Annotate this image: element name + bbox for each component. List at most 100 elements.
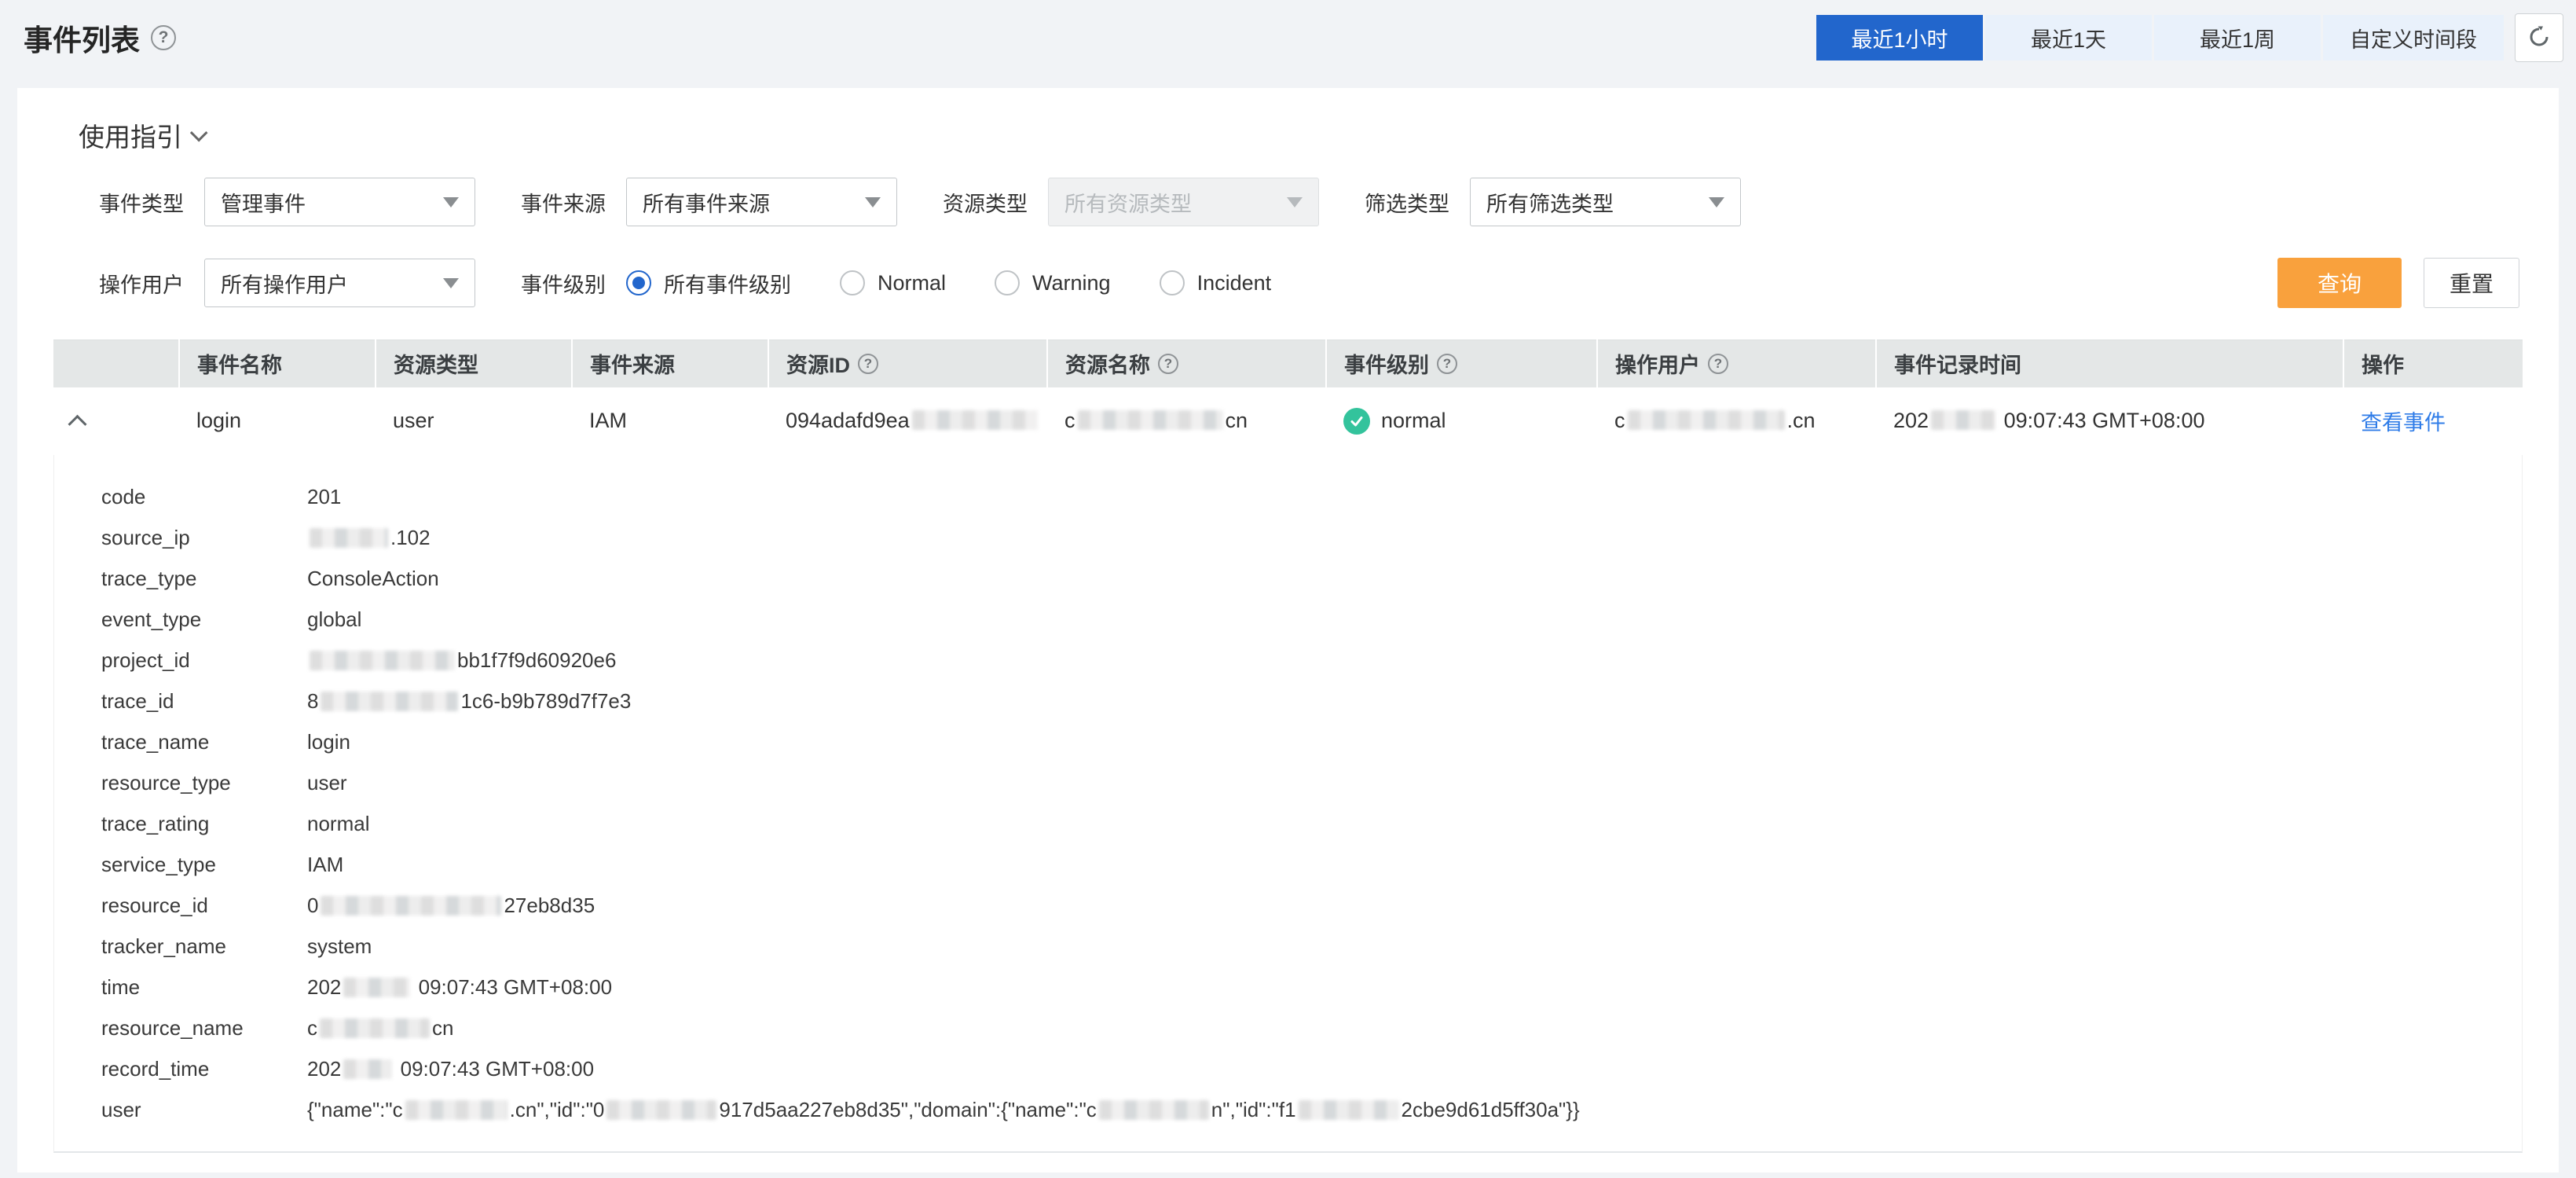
detail-key: event_type [101, 607, 307, 632]
time-range-option-1[interactable]: 最近1小时 [1816, 15, 1983, 61]
redacted-blur [310, 651, 455, 670]
redacted-blur [606, 1100, 716, 1120]
event-type-label: 事件类型 [99, 187, 184, 218]
page-title: 事件列表 [24, 17, 140, 59]
cell-action: 查看事件 [2343, 387, 2523, 455]
chevron-down-icon [190, 124, 208, 142]
detail-value: ccn [307, 1016, 453, 1040]
detail-key: record_time [101, 1057, 307, 1081]
filter-row-1: 事件类型 管理事件 事件来源 所有事件来源 资源类型 所有资源类型 筛选类型 所… [17, 178, 2559, 226]
help-icon[interactable]: ? [1437, 354, 1457, 374]
redacted-blur [343, 1059, 392, 1079]
filter-resource-type: 资源类型 所有资源类型 [943, 178, 1319, 226]
column-header-事件名称: 事件名称 [179, 340, 376, 387]
detail-value: 027eb8d35 [307, 894, 595, 918]
event-level-radio-1[interactable]: 所有事件级别 [626, 268, 791, 299]
redacted-blur [405, 1100, 508, 1120]
detail-row-trace_type: trace_typeConsoleAction [54, 559, 2522, 600]
usage-guide-label: 使用指引 [79, 116, 182, 154]
event-source-label: 事件来源 [521, 187, 606, 218]
redacted-blur [321, 692, 458, 711]
help-icon[interactable]: ? [1708, 354, 1728, 374]
detail-row-event_type: event_typeglobal [54, 600, 2522, 640]
detail-key: trace_rating [101, 812, 307, 836]
detail-row-resource_type: resource_typeuser [54, 763, 2522, 804]
detail-value: user [307, 771, 347, 795]
redacted-blur [321, 896, 501, 916]
detail-row-trace_name: trace_namelogin [54, 722, 2522, 763]
top-bar: 事件列表 ? 最近1小时最近1天最近1周自定义时间段 [0, 0, 2576, 75]
filter-type-label: 筛选类型 [1365, 187, 1449, 218]
column-header-label: 事件来源 [590, 354, 675, 377]
redacted-blur [1628, 410, 1785, 430]
cell-resource-type: user [376, 387, 572, 455]
redacted-blur [912, 410, 1038, 430]
detail-value: IAM [307, 853, 343, 877]
view-event-link[interactable]: 查看事件 [2361, 411, 2446, 435]
event-level-text: normal [1381, 409, 1446, 433]
event-source-value: 所有事件来源 [643, 187, 770, 218]
filter-event-level: 事件级别 所有事件级别NormalWarningIncident [521, 268, 1320, 299]
time-range-group: 最近1小时最近1天最近1周自定义时间段 [1816, 15, 2504, 61]
column-header-label: 操作 [2362, 354, 2404, 377]
event-level-radio-3[interactable]: Warning [995, 270, 1111, 295]
event-level-radio-group: 所有事件级别 Normal Warning Incident [626, 268, 1320, 299]
event-level-radio-4[interactable]: Incident [1160, 270, 1272, 295]
column-header-资源类型: 资源类型 [376, 340, 572, 387]
refresh-button[interactable] [2515, 13, 2563, 62]
detail-value: ConsoleAction [307, 567, 439, 591]
detail-row-code: code201 [54, 477, 2522, 518]
detail-value: normal [307, 812, 369, 836]
detail-key: code [101, 485, 307, 509]
detail-key: trace_id [101, 689, 307, 714]
column-header-操作用户: 操作用户? [1597, 340, 1876, 387]
collapse-row-icon[interactable] [68, 415, 86, 434]
detail-key: resource_type [101, 771, 307, 795]
column-header-label: 资源类型 [394, 354, 478, 377]
detail-row-trace_rating: trace_ratingnormal [54, 804, 2522, 845]
resource-type-label: 资源类型 [943, 187, 1028, 218]
usage-guide-toggle[interactable]: 使用指引 [79, 116, 2559, 154]
query-button[interactable]: 查询 [2277, 258, 2402, 308]
detail-value: login [307, 730, 350, 754]
detail-row-resource_id: resource_id027eb8d35 [54, 886, 2522, 927]
time-range-option-4[interactable]: 自定义时间段 [2323, 15, 2504, 61]
column-header-事件来源: 事件来源 [572, 340, 768, 387]
event-type-select[interactable]: 管理事件 [204, 178, 475, 226]
radio-dot-icon [626, 270, 651, 295]
chevron-down-icon [443, 197, 459, 207]
cell-resource-id: 094adafd9ea [768, 387, 1047, 455]
cell-record-time: 202 09:07:43 GMT+08:00 [1876, 387, 2343, 455]
filter-event-source: 事件来源 所有事件来源 [521, 178, 897, 226]
column-header-label: 事件名称 [197, 354, 282, 377]
filter-type-select[interactable]: 所有筛选类型 [1470, 178, 1741, 226]
redacted-blur [343, 978, 410, 997]
detail-key: resource_name [101, 1016, 307, 1040]
detail-value: 201 [307, 485, 341, 509]
column-header-label: 资源ID [786, 354, 850, 377]
cell-event-level: normal [1326, 387, 1597, 455]
event-level-radio-2[interactable]: Normal [840, 270, 946, 295]
page-help-icon[interactable]: ? [151, 25, 176, 50]
reset-button[interactable]: 重置 [2424, 258, 2519, 308]
filter-type-value: 所有筛选类型 [1486, 187, 1614, 218]
help-icon[interactable]: ? [858, 354, 878, 374]
time-range-option-3[interactable]: 最近1周 [2154, 15, 2321, 61]
radio-dot-icon [1160, 270, 1185, 295]
event-source-select[interactable]: 所有事件来源 [626, 178, 897, 226]
detail-value: {"name":"c.cn","id":"0917d5aa227eb8d35",… [307, 1098, 1580, 1122]
redacted-blur [310, 528, 388, 548]
help-icon[interactable]: ? [1158, 354, 1178, 374]
time-range-option-2[interactable]: 最近1天 [1985, 15, 2152, 61]
detail-key: resource_id [101, 894, 307, 918]
filter-row-2: 操作用户 所有操作用户 事件级别 所有事件级别NormalWarningInci… [17, 258, 2559, 308]
detail-value: system [307, 934, 372, 959]
filter-filter-type: 筛选类型 所有筛选类型 [1365, 178, 1741, 226]
operator-select[interactable]: 所有操作用户 [204, 259, 475, 307]
detail-value: 202 09:07:43 GMT+08:00 [307, 1057, 594, 1081]
detail-key: source_ip [101, 526, 307, 550]
refresh-icon [2526, 24, 2552, 53]
cell-expand-toggle [53, 387, 179, 455]
filter-action-buttons: 查询 重置 [2277, 258, 2519, 308]
detail-key: service_type [101, 853, 307, 877]
